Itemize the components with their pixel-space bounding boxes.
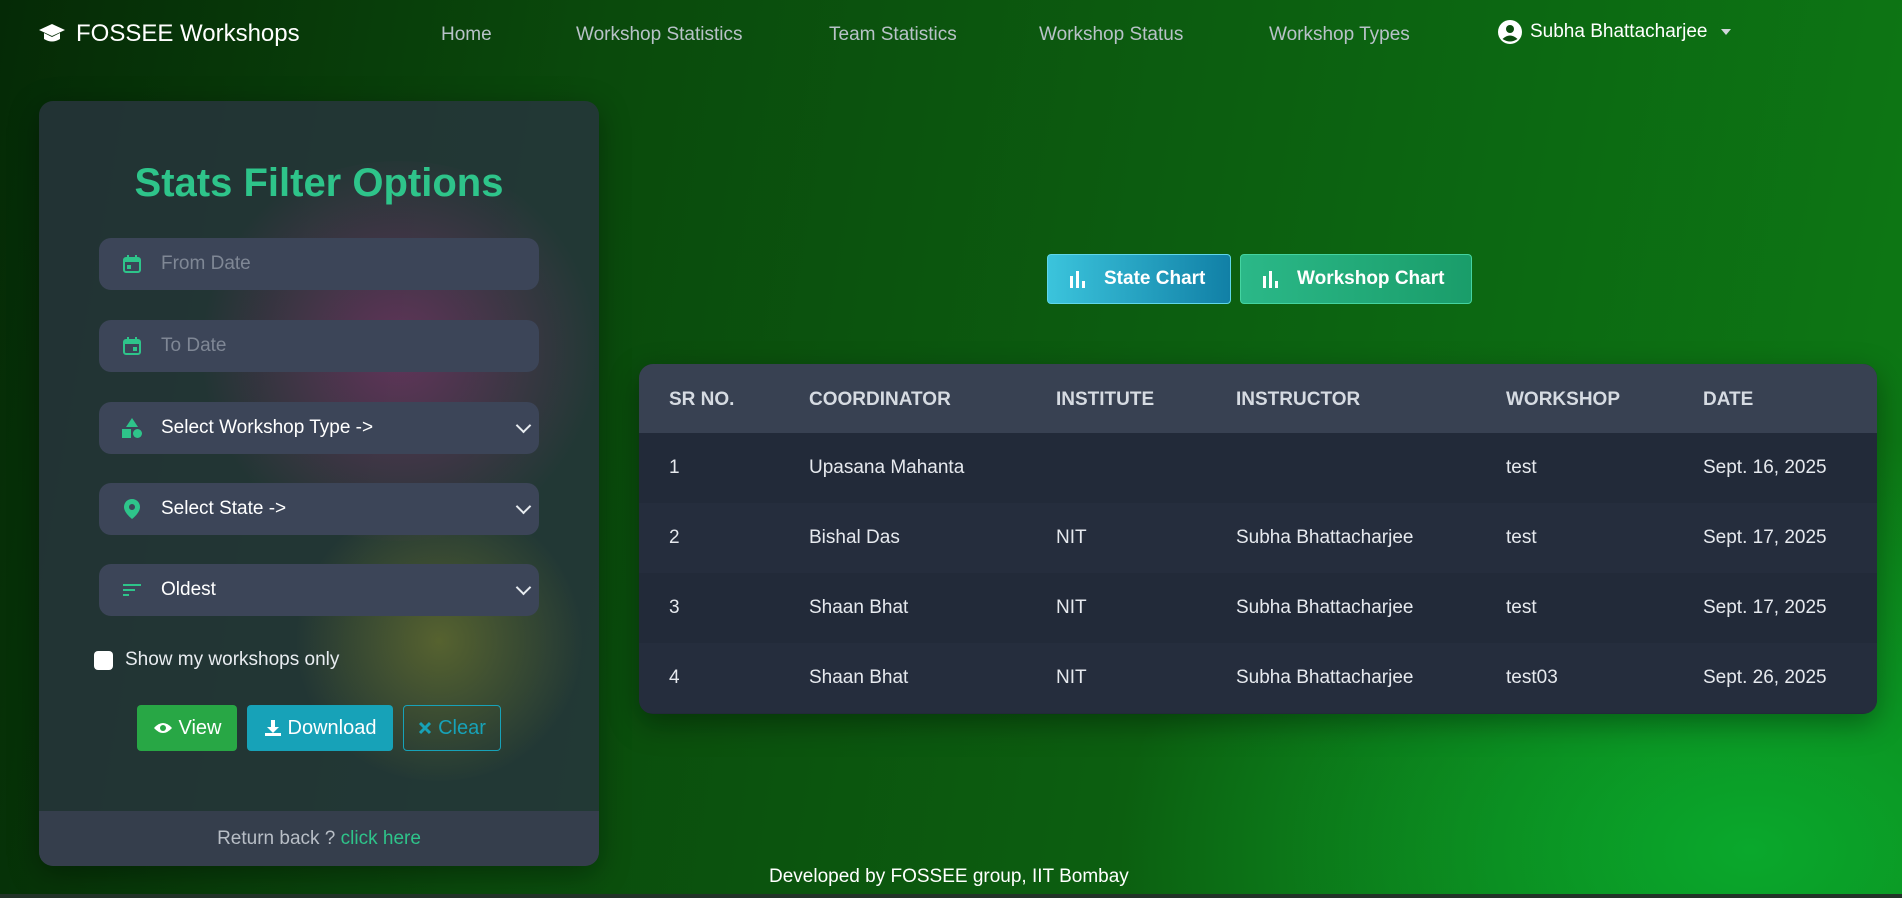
header-coordinator: COORDINATOR: [809, 389, 951, 410]
cell-sr-no: 2: [669, 527, 680, 548]
cell-institute: NIT: [1056, 597, 1087, 618]
calendar-icon: [121, 335, 143, 357]
state-value: Select State ->: [161, 498, 287, 519]
user-name: Subha Bhattacharjee: [1530, 21, 1708, 42]
navbar: FOSSEE Workshops Home Workshop Statistic…: [0, 0, 1902, 72]
header-date: DATE: [1703, 389, 1754, 410]
table-row: 3 Shaan Bhat NIT Subha Bhattacharjee tes…: [639, 573, 1877, 643]
user-circle-icon: [1498, 20, 1522, 44]
cell-coordinator: Upasana Mahanta: [809, 457, 965, 478]
brand-link[interactable]: FOSSEE Workshops: [38, 20, 300, 48]
shapes-icon: [121, 417, 143, 439]
cell-instructor: Subha Bhattacharjee: [1236, 597, 1414, 618]
cell-coordinator: Shaan Bhat: [809, 667, 909, 688]
nav-home[interactable]: Home: [441, 24, 492, 46]
workshop-chart-button[interactable]: Workshop Chart: [1240, 254, 1472, 304]
footer-text: Developed by FOSSEE group, IIT Bombay: [769, 866, 1129, 887]
cell-sr-no: 4: [669, 667, 680, 688]
my-workshops-checkbox[interactable]: [94, 650, 113, 670]
workshop-type-select[interactable]: Select Workshop Type ->: [99, 402, 539, 454]
state-chart-button[interactable]: State Chart: [1047, 254, 1231, 304]
calendar-icon: [121, 253, 143, 275]
return-link[interactable]: click here: [341, 828, 421, 849]
my-workshops-toggle[interactable]: Show my workshops only: [94, 649, 339, 671]
cell-date: Sept. 17, 2025: [1703, 597, 1827, 618]
view-button[interactable]: View: [137, 705, 237, 751]
cell-date: Sept. 17, 2025: [1703, 527, 1827, 548]
cell-workshop: test: [1506, 527, 1537, 548]
sort-select[interactable]: Oldest: [99, 564, 539, 616]
view-label: View: [178, 716, 222, 739]
caret-down-icon: [1721, 29, 1732, 35]
nav-workshop-statistics[interactable]: Workshop Statistics: [576, 24, 742, 46]
chevron-down-icon: [515, 579, 532, 596]
sort-icon: [121, 579, 143, 601]
graduation-cap-icon: [39, 24, 65, 42]
return-text: Return back ?: [217, 828, 336, 849]
workshop-chart-label: Workshop Chart: [1297, 268, 1445, 289]
eye-icon: [153, 723, 172, 733]
header-sr-no: SR NO.: [669, 389, 735, 410]
filter-title: Stats Filter Options: [134, 161, 504, 205]
user-menu[interactable]: Subha Bhattacharjee: [1498, 20, 1732, 44]
cell-coordinator: Bishal Das: [809, 527, 900, 548]
workshop-type-value: Select Workshop Type ->: [161, 417, 374, 438]
table-header: SR NO. COORDINATOR INSTITUTE INSTRUCTOR …: [639, 364, 1877, 433]
brand-title: FOSSEE Workshops: [76, 20, 300, 47]
header-instructor: INSTRUCTOR: [1236, 389, 1361, 410]
chevron-down-icon: [515, 498, 532, 515]
cell-sr-no: 1: [669, 457, 680, 478]
table-row: 4 Shaan Bhat NIT Subha Bhattacharjee tes…: [639, 643, 1877, 713]
cell-coordinator: Shaan Bhat: [809, 597, 909, 618]
filter-panel: Stats Filter Options From Date To Date S…: [39, 101, 599, 866]
table-row: 2 Bishal Das NIT Subha Bhattacharjee tes…: [639, 503, 1877, 573]
sort-value: Oldest: [161, 579, 216, 600]
my-workshops-label: Show my workshops only: [125, 649, 340, 670]
clear-button[interactable]: Clear: [403, 705, 501, 751]
nav-workshop-types[interactable]: Workshop Types: [1269, 24, 1410, 46]
to-date-input[interactable]: To Date: [99, 320, 539, 372]
download-label: Download: [287, 716, 377, 739]
bar-chart-icon: [1070, 271, 1085, 288]
cell-workshop: test: [1506, 597, 1537, 618]
cell-workshop: test: [1506, 457, 1537, 478]
state-select[interactable]: Select State ->: [99, 483, 539, 535]
cell-workshop: test03: [1506, 667, 1558, 688]
close-icon: [419, 721, 432, 735]
bar-chart-icon: [1263, 271, 1278, 288]
cell-date: Sept. 16, 2025: [1703, 457, 1827, 478]
cell-instructor: Subha Bhattacharjee: [1236, 527, 1414, 548]
cell-instructor: Subha Bhattacharjee: [1236, 667, 1414, 688]
return-footer: Return back ? click here: [39, 811, 599, 866]
from-date-input[interactable]: From Date: [99, 238, 539, 290]
header-institute: INSTITUTE: [1056, 389, 1155, 410]
download-button[interactable]: Download: [247, 705, 393, 751]
cell-date: Sept. 26, 2025: [1703, 667, 1827, 688]
state-chart-label: State Chart: [1104, 268, 1206, 289]
chevron-down-icon: [515, 417, 532, 434]
to-date-placeholder: To Date: [161, 335, 227, 356]
cell-sr-no: 3: [669, 597, 680, 618]
header-workshop: WORKSHOP: [1506, 389, 1620, 410]
cell-institute: NIT: [1056, 527, 1087, 548]
location-pin-icon: [121, 498, 143, 520]
bottom-border: [0, 894, 1902, 898]
download-icon: [264, 720, 281, 736]
from-date-placeholder: From Date: [161, 253, 251, 274]
clear-label: Clear: [438, 716, 486, 739]
table-row: 1 Upasana Mahanta test Sept. 16, 2025: [639, 433, 1877, 503]
nav-workshop-status[interactable]: Workshop Status: [1039, 24, 1183, 46]
workshops-table: SR NO. COORDINATOR INSTITUTE INSTRUCTOR …: [639, 364, 1877, 714]
cell-institute: NIT: [1056, 667, 1087, 688]
nav-team-statistics[interactable]: Team Statistics: [829, 24, 957, 46]
